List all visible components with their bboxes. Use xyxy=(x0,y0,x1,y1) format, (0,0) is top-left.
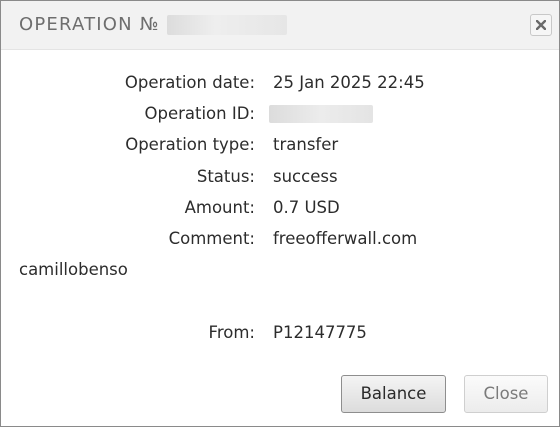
amount-value: 0.7 USD xyxy=(273,198,340,217)
dialog-titlebar: OPERATION № xyxy=(1,1,559,50)
operation-date-label: Operation date: xyxy=(124,73,255,92)
from-label: From: xyxy=(208,323,255,342)
row-from: From: P12147775 xyxy=(1,323,560,345)
redacted-operation-number xyxy=(167,15,287,35)
operation-dialog: OPERATION № Operation date: 25 Jan 2025 … xyxy=(0,0,560,427)
row-operation-date: Operation date: 25 Jan 2025 22:45 xyxy=(1,73,560,95)
comment-value: freeofferwall.com xyxy=(273,229,418,248)
operation-type-label: Operation type: xyxy=(125,135,255,154)
close-x-icon[interactable] xyxy=(530,14,552,36)
comment-continuation: camillobenso xyxy=(19,260,128,279)
operation-date-value: 25 Jan 2025 22:45 xyxy=(273,73,425,92)
row-amount: Amount: 0.7 USD xyxy=(1,198,560,220)
row-comment: Comment: freeofferwall.com xyxy=(1,229,560,251)
row-operation-type: Operation type: transfer xyxy=(1,135,560,157)
row-status: Status: success xyxy=(1,167,560,189)
redacted-operation-id xyxy=(269,105,373,123)
balance-button[interactable]: Balance xyxy=(341,375,446,413)
dialog-title: OPERATION № xyxy=(19,14,160,35)
from-value: P12147775 xyxy=(273,323,367,342)
operation-id-label: Operation ID: xyxy=(144,104,256,123)
status-value: success xyxy=(273,167,338,186)
operation-type-value: transfer xyxy=(273,135,339,154)
comment-label: Comment: xyxy=(168,229,255,248)
status-label: Status: xyxy=(196,167,255,186)
close-button[interactable]: Close xyxy=(464,375,548,413)
amount-label: Amount: xyxy=(184,198,255,217)
